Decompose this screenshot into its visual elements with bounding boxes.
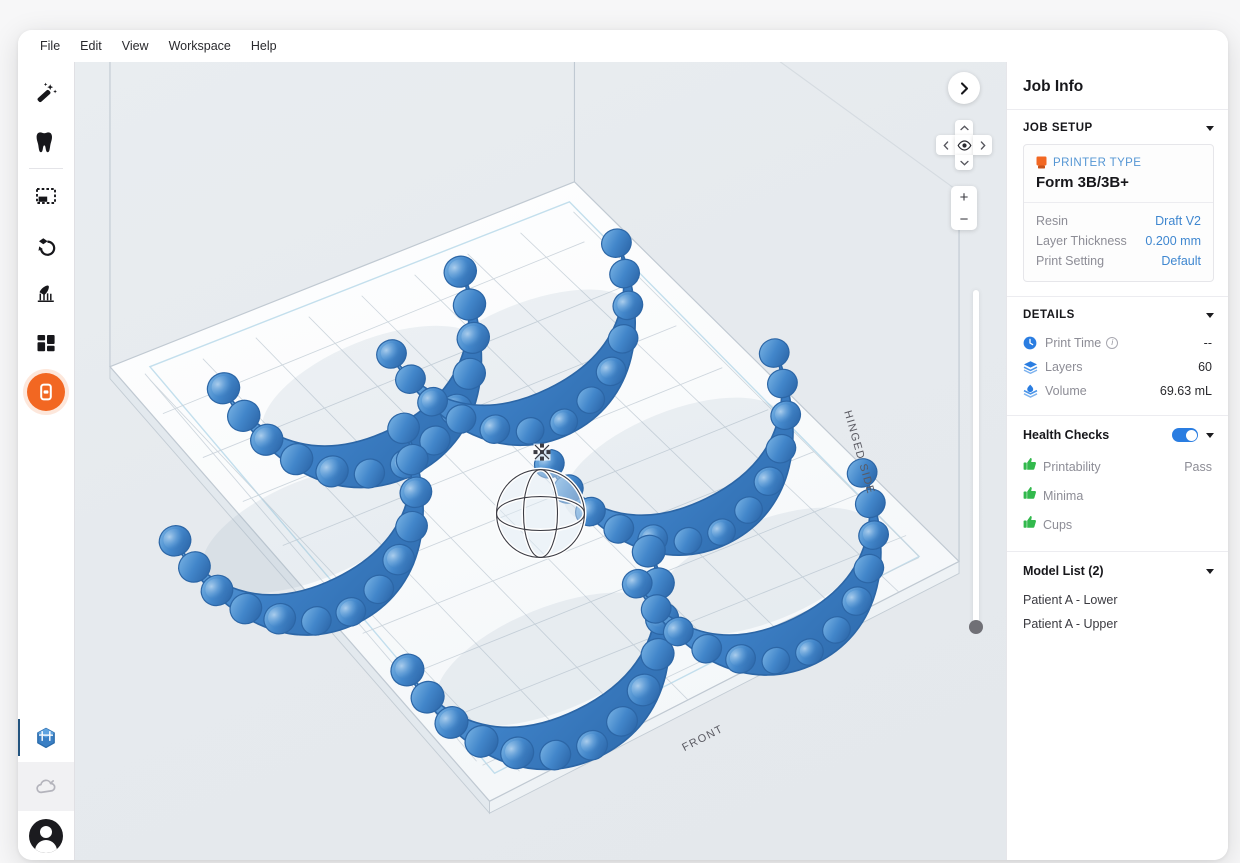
chevron-down-icon[interactable] — [1206, 125, 1214, 131]
print-setting-value: Default — [1161, 254, 1201, 268]
printability-value: Pass — [1184, 459, 1212, 474]
details-label: DETAILS — [1023, 309, 1075, 321]
detail-row-print-time: Print Time i -- — [1007, 331, 1228, 355]
clock-icon — [1023, 336, 1043, 350]
zoom-in-button[interactable]: + — [951, 186, 977, 208]
printer-settings: Resin Draft V2 Layer Thickness 0.200 mm … — [1024, 203, 1213, 281]
thumbs-up-icon — [1023, 457, 1037, 476]
volume-value: 69.63 mL — [1159, 384, 1212, 398]
selection-box-icon[interactable] — [18, 171, 74, 220]
pan-right-button[interactable] — [973, 135, 992, 155]
center-view-button[interactable] — [955, 135, 973, 155]
resin-value: Draft V2 — [1155, 214, 1201, 228]
application-window: File Edit View Workspace Help FRONT HING… — [18, 30, 1228, 860]
layer-thickness-label: Layer Thickness — [1036, 234, 1127, 248]
model-list-label: Model List (2) — [1023, 564, 1104, 578]
layers-value: 60 — [1198, 360, 1212, 374]
tooth-icon[interactable] — [18, 117, 74, 166]
print-time-value: -- — [1203, 336, 1212, 350]
list-item[interactable]: Patient A - Lower — [1007, 588, 1228, 612]
volume-label: Volume — [1045, 384, 1087, 398]
thumbs-up-icon — [1023, 515, 1037, 534]
health-check-minima: Minima — [1007, 481, 1228, 510]
pan-down-button[interactable] — [955, 155, 973, 170]
cloud-icon[interactable] — [18, 762, 74, 811]
layout-grid-icon[interactable] — [18, 318, 74, 367]
volume-droplet-icon — [1023, 384, 1043, 398]
build-plate-scene: FRONT HINGED SIDE — [108, 62, 961, 815]
layer-thickness-value: 0.200 mm — [1145, 234, 1201, 248]
pan-dpad — [936, 120, 992, 170]
print-setting-label: Print Setting — [1036, 254, 1105, 268]
toolbar-divider — [29, 168, 63, 169]
zoom-out-button[interactable]: − — [951, 208, 977, 230]
avatar — [29, 818, 63, 853]
orientation-icon[interactable] — [18, 220, 74, 269]
menu-bar: File Edit View Workspace Help — [18, 30, 1228, 62]
health-check-printability: Printability Pass — [1007, 452, 1228, 481]
avatar-icon[interactable] — [18, 811, 74, 860]
health-check-cups: Cups — [1007, 510, 1228, 539]
front-label: FRONT — [680, 723, 725, 754]
viewport-nav-controls: + − — [936, 72, 992, 230]
setting-row-resin[interactable]: Resin Draft V2 — [1036, 211, 1201, 231]
pan-left-button[interactable] — [936, 135, 955, 155]
printer-card[interactable]: PRINTER TYPE Form 3B/3B+ Resin Draft V2 … — [1023, 144, 1214, 282]
cups-label: Cups — [1043, 517, 1073, 532]
print-time-label: Print Time — [1045, 336, 1102, 350]
thumbs-up-icon — [1023, 486, 1037, 505]
minima-label: Minima — [1043, 488, 1084, 503]
cube-3d-icon[interactable] — [18, 713, 74, 762]
menu-item-workspace[interactable]: Workspace — [159, 36, 241, 56]
printability-label: Printability — [1043, 459, 1101, 474]
job-info-panel: Job Info JOB SETUP PRINTER TYPE Form 3B/… — [1006, 62, 1228, 860]
printer-type-label: PRINTER TYPE — [1053, 156, 1142, 169]
menu-item-edit[interactable]: Edit — [70, 36, 112, 56]
left-toolbar — [18, 62, 74, 860]
resin-label: Resin — [1036, 214, 1068, 228]
rotation-gizmo — [494, 467, 587, 560]
move-handle-icon — [533, 443, 551, 461]
info-icon[interactable]: i — [1106, 337, 1119, 349]
layers-icon — [1023, 360, 1043, 374]
health-checks-label: Health Checks — [1023, 428, 1110, 442]
menu-item-view[interactable]: View — [112, 36, 159, 56]
printer-type-icon — [1036, 156, 1047, 169]
printer-name: Form 3B/3B+ — [1036, 174, 1129, 191]
health-checks-section-header[interactable]: Health Checks — [1007, 416, 1228, 452]
health-checks-master-toggle[interactable] — [1172, 428, 1198, 442]
view-slider[interactable] — [969, 290, 983, 634]
job-setup-label: JOB SETUP — [1023, 122, 1093, 134]
chevron-down-icon[interactable] — [1206, 312, 1214, 318]
detail-row-layers: Layers 60 — [1007, 355, 1228, 379]
setting-row-layer-thickness[interactable]: Layer Thickness 0.200 mm — [1036, 231, 1201, 251]
model-list-section-header[interactable]: Model List (2) — [1007, 552, 1228, 588]
printer-icon[interactable] — [18, 367, 74, 416]
detail-row-volume: Volume 69.63 mL — [1007, 379, 1228, 403]
chevron-down-icon[interactable] — [1206, 432, 1214, 438]
chevron-down-icon[interactable] — [1206, 568, 1214, 574]
list-item[interactable]: Patient A - Upper — [1007, 612, 1228, 636]
menu-item-help[interactable]: Help — [241, 36, 287, 56]
page-title: Job Info — [1007, 62, 1228, 110]
job-setup-section-header[interactable]: JOB SETUP — [1007, 110, 1228, 144]
supports-icon[interactable] — [18, 269, 74, 318]
view-slider-track — [973, 290, 979, 628]
zoom-controls: + − — [951, 186, 977, 230]
menu-item-file[interactable]: File — [30, 36, 70, 56]
layers-label: Layers — [1045, 360, 1083, 374]
3d-viewport[interactable]: FRONT HINGED SIDE + − — [74, 62, 1006, 860]
printer-icon-badge — [27, 372, 65, 411]
panel-collapse-button[interactable] — [948, 72, 980, 104]
pan-up-button[interactable] — [955, 120, 973, 135]
view-slider-handle[interactable] — [969, 620, 983, 634]
printer-card-top: PRINTER TYPE Form 3B/3B+ — [1024, 145, 1213, 203]
setting-row-print-setting[interactable]: Print Setting Default — [1036, 251, 1201, 271]
details-section-header[interactable]: DETAILS — [1007, 297, 1228, 331]
magic-wand-icon[interactable] — [18, 68, 74, 117]
